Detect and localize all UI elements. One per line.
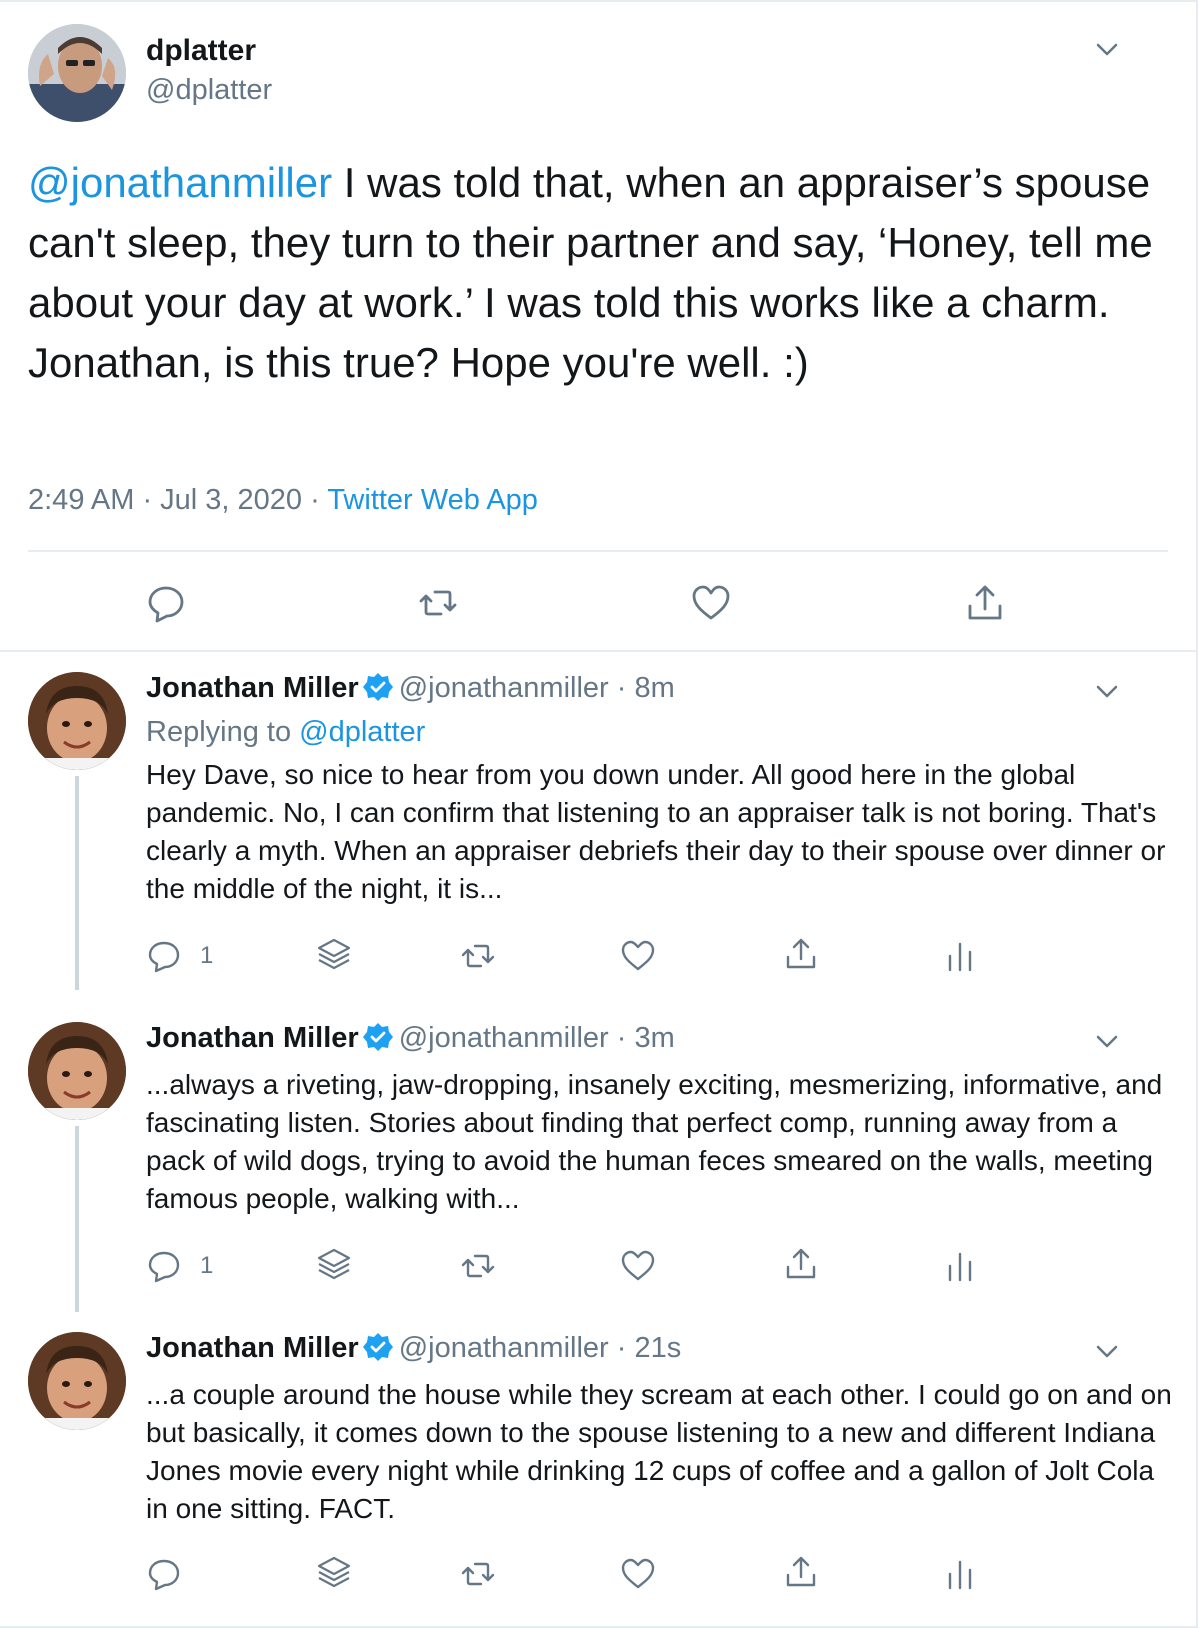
retweet-icon[interactable] xyxy=(460,938,496,974)
author-handle[interactable]: @dplatter xyxy=(146,74,272,107)
author-name[interactable]: Jonathan Miller xyxy=(146,672,359,704)
reply-header: Jonathan Miller @jonathanmiller · 3m xyxy=(146,1022,675,1055)
tweet-text: Hey Dave, so nice to hear from you down … xyxy=(146,759,1166,904)
chevron-down-icon[interactable] xyxy=(1092,34,1122,64)
reply-icon[interactable] xyxy=(146,938,182,974)
chevron-down-icon[interactable] xyxy=(1092,676,1122,706)
analytics-icon[interactable] xyxy=(942,1248,978,1284)
mention-link[interactable]: @dplatter xyxy=(299,716,425,748)
author-handle[interactable]: @jonathanmiller · 21s xyxy=(399,1332,682,1364)
share-icon[interactable] xyxy=(783,1554,819,1590)
thread-line xyxy=(75,776,79,990)
tweet-text: ...always a riveting, jaw-dropping, insa… xyxy=(146,1069,1163,1214)
like-icon[interactable] xyxy=(690,582,732,624)
like-icon[interactable] xyxy=(620,1556,656,1592)
like-icon[interactable] xyxy=(620,1248,656,1284)
chevron-down-icon[interactable] xyxy=(1092,1336,1122,1366)
author-name[interactable]: Jonathan Miller xyxy=(146,1022,359,1054)
retweet-icon[interactable] xyxy=(417,582,459,624)
verified-badge-icon xyxy=(362,1333,393,1361)
layers-icon[interactable] xyxy=(316,936,352,972)
tweet-meta: 2:49 AM · Jul 3, 2020 · Twitter Web App xyxy=(28,484,538,517)
reply-icon[interactable] xyxy=(146,1556,182,1592)
analytics-icon[interactable] xyxy=(942,1556,978,1592)
avatar[interactable] xyxy=(28,24,126,122)
replying-prefix: Replying to xyxy=(146,716,300,748)
reply-header: Jonathan Miller @jonathanmiller · 21s xyxy=(146,1332,681,1365)
reply-count: 1 xyxy=(200,942,214,969)
retweet-icon[interactable] xyxy=(460,1248,496,1284)
analytics-icon[interactable] xyxy=(942,938,978,974)
top-border xyxy=(0,0,1198,2)
author-name[interactable]: Jonathan Miller xyxy=(146,1332,359,1364)
avatar[interactable] xyxy=(28,672,126,770)
author-handle[interactable]: @jonathanmiller · 8m xyxy=(399,672,675,704)
avatar[interactable] xyxy=(28,1332,126,1430)
share-icon[interactable] xyxy=(783,936,819,972)
source-link[interactable]: Twitter Web App xyxy=(327,484,538,516)
reply-header: Jonathan Miller @jonathanmiller · 8m xyxy=(146,672,675,705)
retweet-icon[interactable] xyxy=(460,1556,496,1592)
tweet-text: ...a couple around the house while they … xyxy=(146,1379,1172,1524)
tweet-text: @jonathanmiller I was told that, when an… xyxy=(28,153,1168,393)
share-icon[interactable] xyxy=(964,582,1006,624)
layers-icon[interactable] xyxy=(316,1246,352,1282)
author-handle[interactable]: @jonathanmiller · 3m xyxy=(399,1022,675,1054)
chevron-down-icon[interactable] xyxy=(1092,1026,1122,1056)
replying-to: Replying to @dplatter xyxy=(146,716,425,749)
author-name[interactable]: dplatter xyxy=(146,34,256,68)
verified-badge-icon xyxy=(362,1023,393,1051)
divider xyxy=(0,650,1198,652)
share-icon[interactable] xyxy=(783,1246,819,1282)
verified-badge-icon xyxy=(362,673,393,701)
reply-count: 1 xyxy=(200,1252,214,1279)
divider xyxy=(28,550,1168,552)
mention-link[interactable]: @jonathanmiller xyxy=(28,159,332,206)
reply-icon[interactable] xyxy=(146,1248,182,1284)
layers-icon[interactable] xyxy=(316,1554,352,1590)
tweet-thread: dplatter @dplatter @jonathanmiller I was… xyxy=(0,0,1198,1628)
timestamp[interactable]: 2:49 AM · Jul 3, 2020 · xyxy=(28,484,327,516)
reply-icon[interactable] xyxy=(145,582,187,624)
avatar[interactable] xyxy=(28,1022,126,1120)
thread-line xyxy=(75,1126,79,1312)
like-icon[interactable] xyxy=(620,938,656,974)
